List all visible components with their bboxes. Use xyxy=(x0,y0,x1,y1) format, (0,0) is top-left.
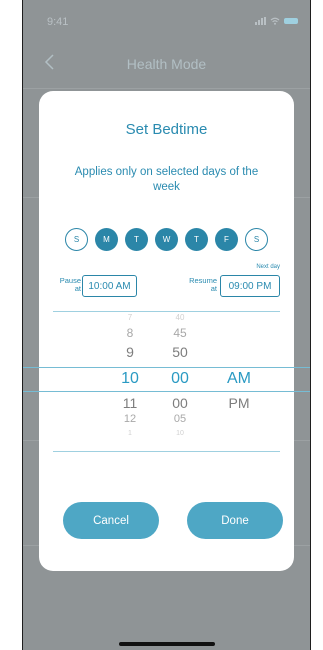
hour-option[interactable]: 9 xyxy=(115,344,145,360)
set-bedtime-dialog: Set Bedtime Applies only on selected day… xyxy=(23,91,310,571)
hour-option-selected[interactable]: 10 xyxy=(115,370,145,388)
period-option-selected[interactable]: AM xyxy=(219,370,259,388)
day-toggle-wednesday[interactable]: W xyxy=(155,228,178,251)
nav-bar: Health Mode xyxy=(23,44,310,80)
status-time: 9:41 xyxy=(47,16,69,28)
pause-label: Pause at xyxy=(59,276,81,293)
hour-option[interactable]: 11 xyxy=(115,395,145,411)
picker-selection-top xyxy=(23,367,310,368)
day-toggle-friday[interactable]: F xyxy=(215,228,238,251)
signal-icon xyxy=(255,17,266,25)
day-toggle-thursday[interactable]: T xyxy=(185,228,208,251)
dialog-subtitle: Applies only on selected days of the wee… xyxy=(74,166,259,193)
period-option[interactable]: PM xyxy=(219,395,259,411)
minute-option[interactable]: 50 xyxy=(165,344,195,360)
hour-option[interactable]: 1 xyxy=(115,430,145,437)
next-day-note: Next day xyxy=(256,264,280,270)
hour-option[interactable]: 8 xyxy=(115,326,145,340)
minute-option[interactable]: 40 xyxy=(165,313,195,322)
home-indicator xyxy=(119,642,215,646)
picker-bottom-divider xyxy=(53,451,280,452)
picker-top-divider xyxy=(53,311,280,312)
pause-time-field[interactable]: 10:00 AM xyxy=(82,275,137,297)
hour-option[interactable]: 7 xyxy=(115,313,145,322)
dialog-title: Set Bedtime xyxy=(125,121,208,138)
status-bar: 9:41 xyxy=(23,0,310,44)
minute-option[interactable]: 05 xyxy=(165,413,195,425)
nav-title: Health Mode xyxy=(126,56,207,72)
done-button[interactable]: Done xyxy=(187,502,283,539)
phone-screen: 9:41 Health Mode Set Bedtime Applies onl… xyxy=(23,0,310,650)
frame-edge-right xyxy=(310,0,311,650)
day-toggle-sunday[interactable]: S xyxy=(65,228,88,251)
cancel-button[interactable]: Cancel xyxy=(63,502,159,539)
battery-icon xyxy=(284,18,298,24)
minute-option-selected[interactable]: 00 xyxy=(165,370,195,388)
minute-option[interactable]: 00 xyxy=(165,395,195,411)
day-toggle-tuesday[interactable]: T xyxy=(125,228,148,251)
day-toggle-saturday[interactable]: S xyxy=(245,228,268,251)
minute-option[interactable]: 45 xyxy=(165,326,195,340)
picker-selection-bottom xyxy=(23,391,310,392)
status-icons xyxy=(255,17,298,25)
day-selector: S M T W T F S xyxy=(39,228,294,251)
resume-time-field[interactable]: 09:00 PM xyxy=(220,275,280,297)
minute-option[interactable]: 10 xyxy=(165,430,195,437)
wifi-icon xyxy=(270,17,280,25)
day-toggle-monday[interactable]: M xyxy=(95,228,118,251)
resume-label: Resume at xyxy=(189,276,217,293)
hour-option[interactable]: 12 xyxy=(115,413,145,425)
divider xyxy=(23,88,310,89)
